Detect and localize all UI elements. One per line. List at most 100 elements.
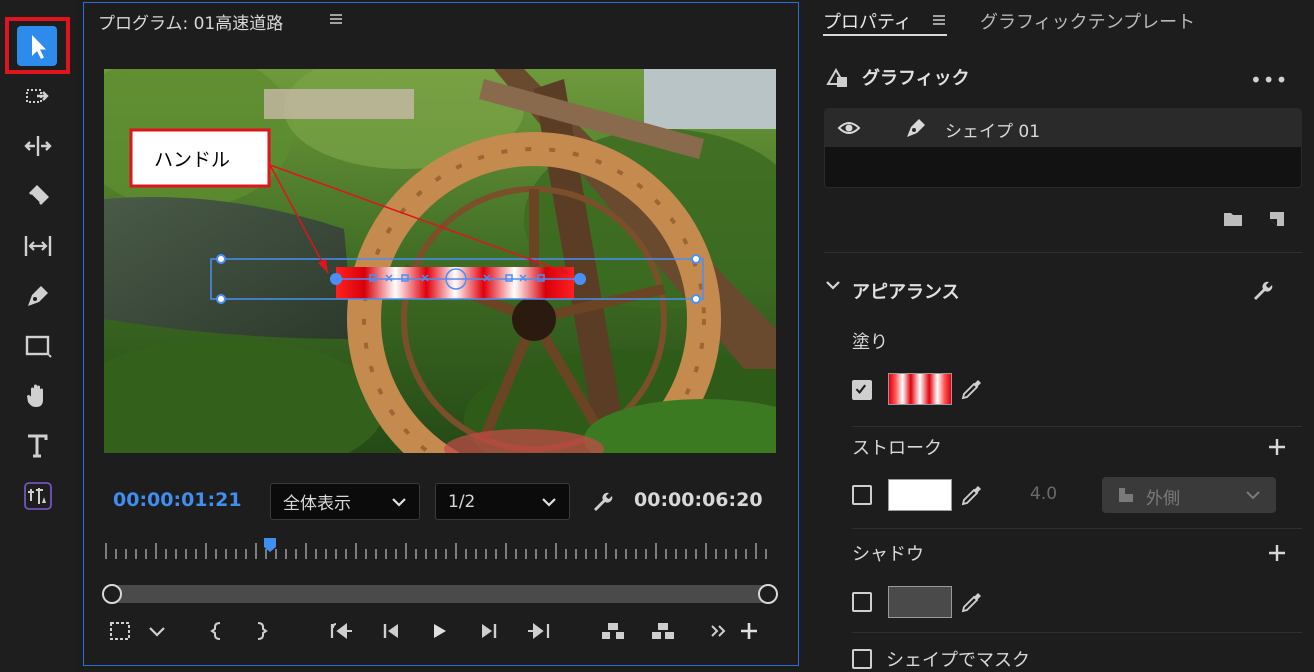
ripple-edit-tool-button[interactable] [18, 126, 58, 166]
step-back-button[interactable] [376, 617, 406, 645]
track-select-tool-button[interactable] [18, 76, 58, 116]
stroke-width-value[interactable]: 4.0 [1030, 484, 1057, 504]
plus-icon [741, 623, 757, 639]
razor-icon [29, 185, 49, 205]
tab-properties[interactable]: プロパティ [823, 8, 912, 34]
step-forward-button[interactable] [474, 617, 504, 645]
time-ruler[interactable] [102, 535, 774, 563]
panel-menu-icon[interactable] [328, 11, 344, 27]
play-button[interactable] [424, 617, 454, 645]
chevron-down-icon [542, 498, 556, 507]
more-options-icon[interactable]: ••• [1250, 68, 1288, 92]
chevron-down-icon [1246, 491, 1260, 500]
hand-icon [27, 384, 43, 407]
mask-with-shape-label: シェイプでマスク [886, 650, 1030, 671]
go-to-out-button[interactable] [524, 617, 554, 645]
add-stroke-plus-icon[interactable] [1266, 436, 1288, 458]
extract-icon [652, 623, 674, 639]
eyedropper-icon[interactable] [960, 590, 984, 614]
selection-tool-button[interactable] [18, 26, 58, 66]
chevron-down-icon[interactable] [824, 276, 842, 294]
active-tab-underline [823, 34, 947, 36]
wrench-icon[interactable] [1250, 278, 1274, 302]
eyedropper-icon[interactable] [960, 377, 984, 401]
fill-color-swatch[interactable] [888, 373, 952, 405]
section-divider [824, 252, 1302, 253]
double-chevron-right-icon [711, 625, 726, 637]
wrench-icon[interactable] [590, 489, 614, 513]
mark-out-icon [257, 622, 268, 640]
lift-button[interactable] [598, 617, 628, 645]
zoom-scrollbar-track[interactable] [110, 585, 770, 603]
step-forward-icon [482, 624, 497, 638]
rectangle-icon [25, 335, 52, 358]
properties-panel: プロパティ グラフィックテンプレート グラフィック ••• シェイプ 01 アピ… [806, 0, 1314, 671]
vertical-type-tool-button[interactable] [18, 476, 58, 516]
fill-label: 塗り [852, 332, 888, 353]
eyedropper-icon[interactable] [960, 483, 984, 507]
new-layer-icon[interactable] [1266, 208, 1288, 230]
zoom-scrollbar[interactable] [102, 583, 778, 605]
section-divider [852, 632, 1302, 633]
stroke-checkbox[interactable] [852, 485, 872, 505]
mark-in-button[interactable] [202, 617, 232, 645]
section-divider [852, 426, 1302, 427]
video-preview[interactable]: ハンドル [104, 69, 776, 453]
play-icon [434, 624, 446, 638]
playback-resolution-value: 1/2 [448, 491, 476, 512]
waterwheel-scene-image [104, 69, 776, 453]
zoom-scrollbar-right-handle[interactable] [758, 584, 778, 604]
lift-icon [602, 623, 624, 639]
safe-margins-icon [110, 622, 130, 640]
stroke-color-swatch[interactable] [888, 479, 952, 511]
zoom-scrollbar-left-handle[interactable] [102, 584, 122, 604]
handle-callout-label: ハンドル [154, 149, 231, 171]
playback-resolution-dropdown[interactable]: 1/2 [435, 483, 570, 520]
button-editor-button[interactable] [734, 617, 764, 645]
mark-out-button[interactable] [246, 617, 276, 645]
graphic-section-title: グラフィック [862, 68, 970, 89]
rectangle-tool-button[interactable] [18, 326, 58, 366]
go-to-in-button[interactable] [326, 617, 356, 645]
tab-graphic-templates[interactable]: グラフィックテンプレート [980, 8, 1195, 34]
go-to-in-icon [330, 623, 352, 639]
safe-margins-button[interactable] [106, 617, 136, 645]
shadow-checkbox[interactable] [852, 592, 872, 612]
go-to-out-icon [528, 623, 550, 639]
type-icon [28, 434, 48, 458]
extract-button[interactable] [648, 617, 678, 645]
panel-menu-icon[interactable] [931, 12, 947, 28]
layer-list: シェイプ 01 [824, 108, 1302, 188]
stroke-label: ストローク [852, 438, 942, 459]
zoom-level-dropdown[interactable]: 全体表示 [270, 483, 420, 520]
mask-with-shape-checkbox[interactable] [852, 649, 872, 669]
essential-graphics-icon [24, 482, 52, 510]
duration-timecode: 00:00:06:20 [634, 489, 763, 511]
slip-tool-button[interactable] [18, 226, 58, 266]
eye-icon[interactable] [837, 119, 861, 137]
selection-arrow-icon [32, 35, 46, 59]
more-controls-button[interactable] [704, 617, 734, 645]
layer-row-shape[interactable]: シェイプ 01 [825, 109, 1301, 147]
pen-icon [907, 119, 925, 137]
add-shadow-plus-icon[interactable] [1266, 542, 1288, 564]
stroke-position-value: 外側 [1146, 489, 1180, 509]
type-tool-button[interactable] [18, 426, 58, 466]
mark-in-icon [210, 622, 221, 640]
new-group-folder-icon[interactable] [1222, 208, 1244, 230]
program-monitor-title[interactable]: プログラム: 01高速道路 [98, 9, 283, 34]
current-timecode[interactable]: 00:00:01:21 [113, 489, 242, 511]
program-monitor-panel: プログラム: 01高速道路 ハンドル 00:00:01:21 全体表示 1/2 … [83, 2, 799, 666]
pen-tool-button[interactable] [18, 276, 58, 316]
hand-tool-button[interactable] [18, 376, 58, 416]
shadow-color-swatch[interactable] [888, 586, 952, 618]
graphic-shapes-icon [826, 67, 847, 87]
tools-panel [0, 0, 76, 671]
fill-checkbox[interactable] [852, 380, 872, 400]
shadow-label: シャドウ [852, 544, 924, 565]
appearance-collapse-toggle[interactable] [824, 276, 842, 294]
razor-tool-button[interactable] [18, 176, 58, 216]
checkmark-icon [855, 384, 867, 394]
stroke-position-dropdown[interactable]: 外側 [1102, 477, 1276, 513]
settings-chevron-button[interactable] [142, 617, 172, 645]
